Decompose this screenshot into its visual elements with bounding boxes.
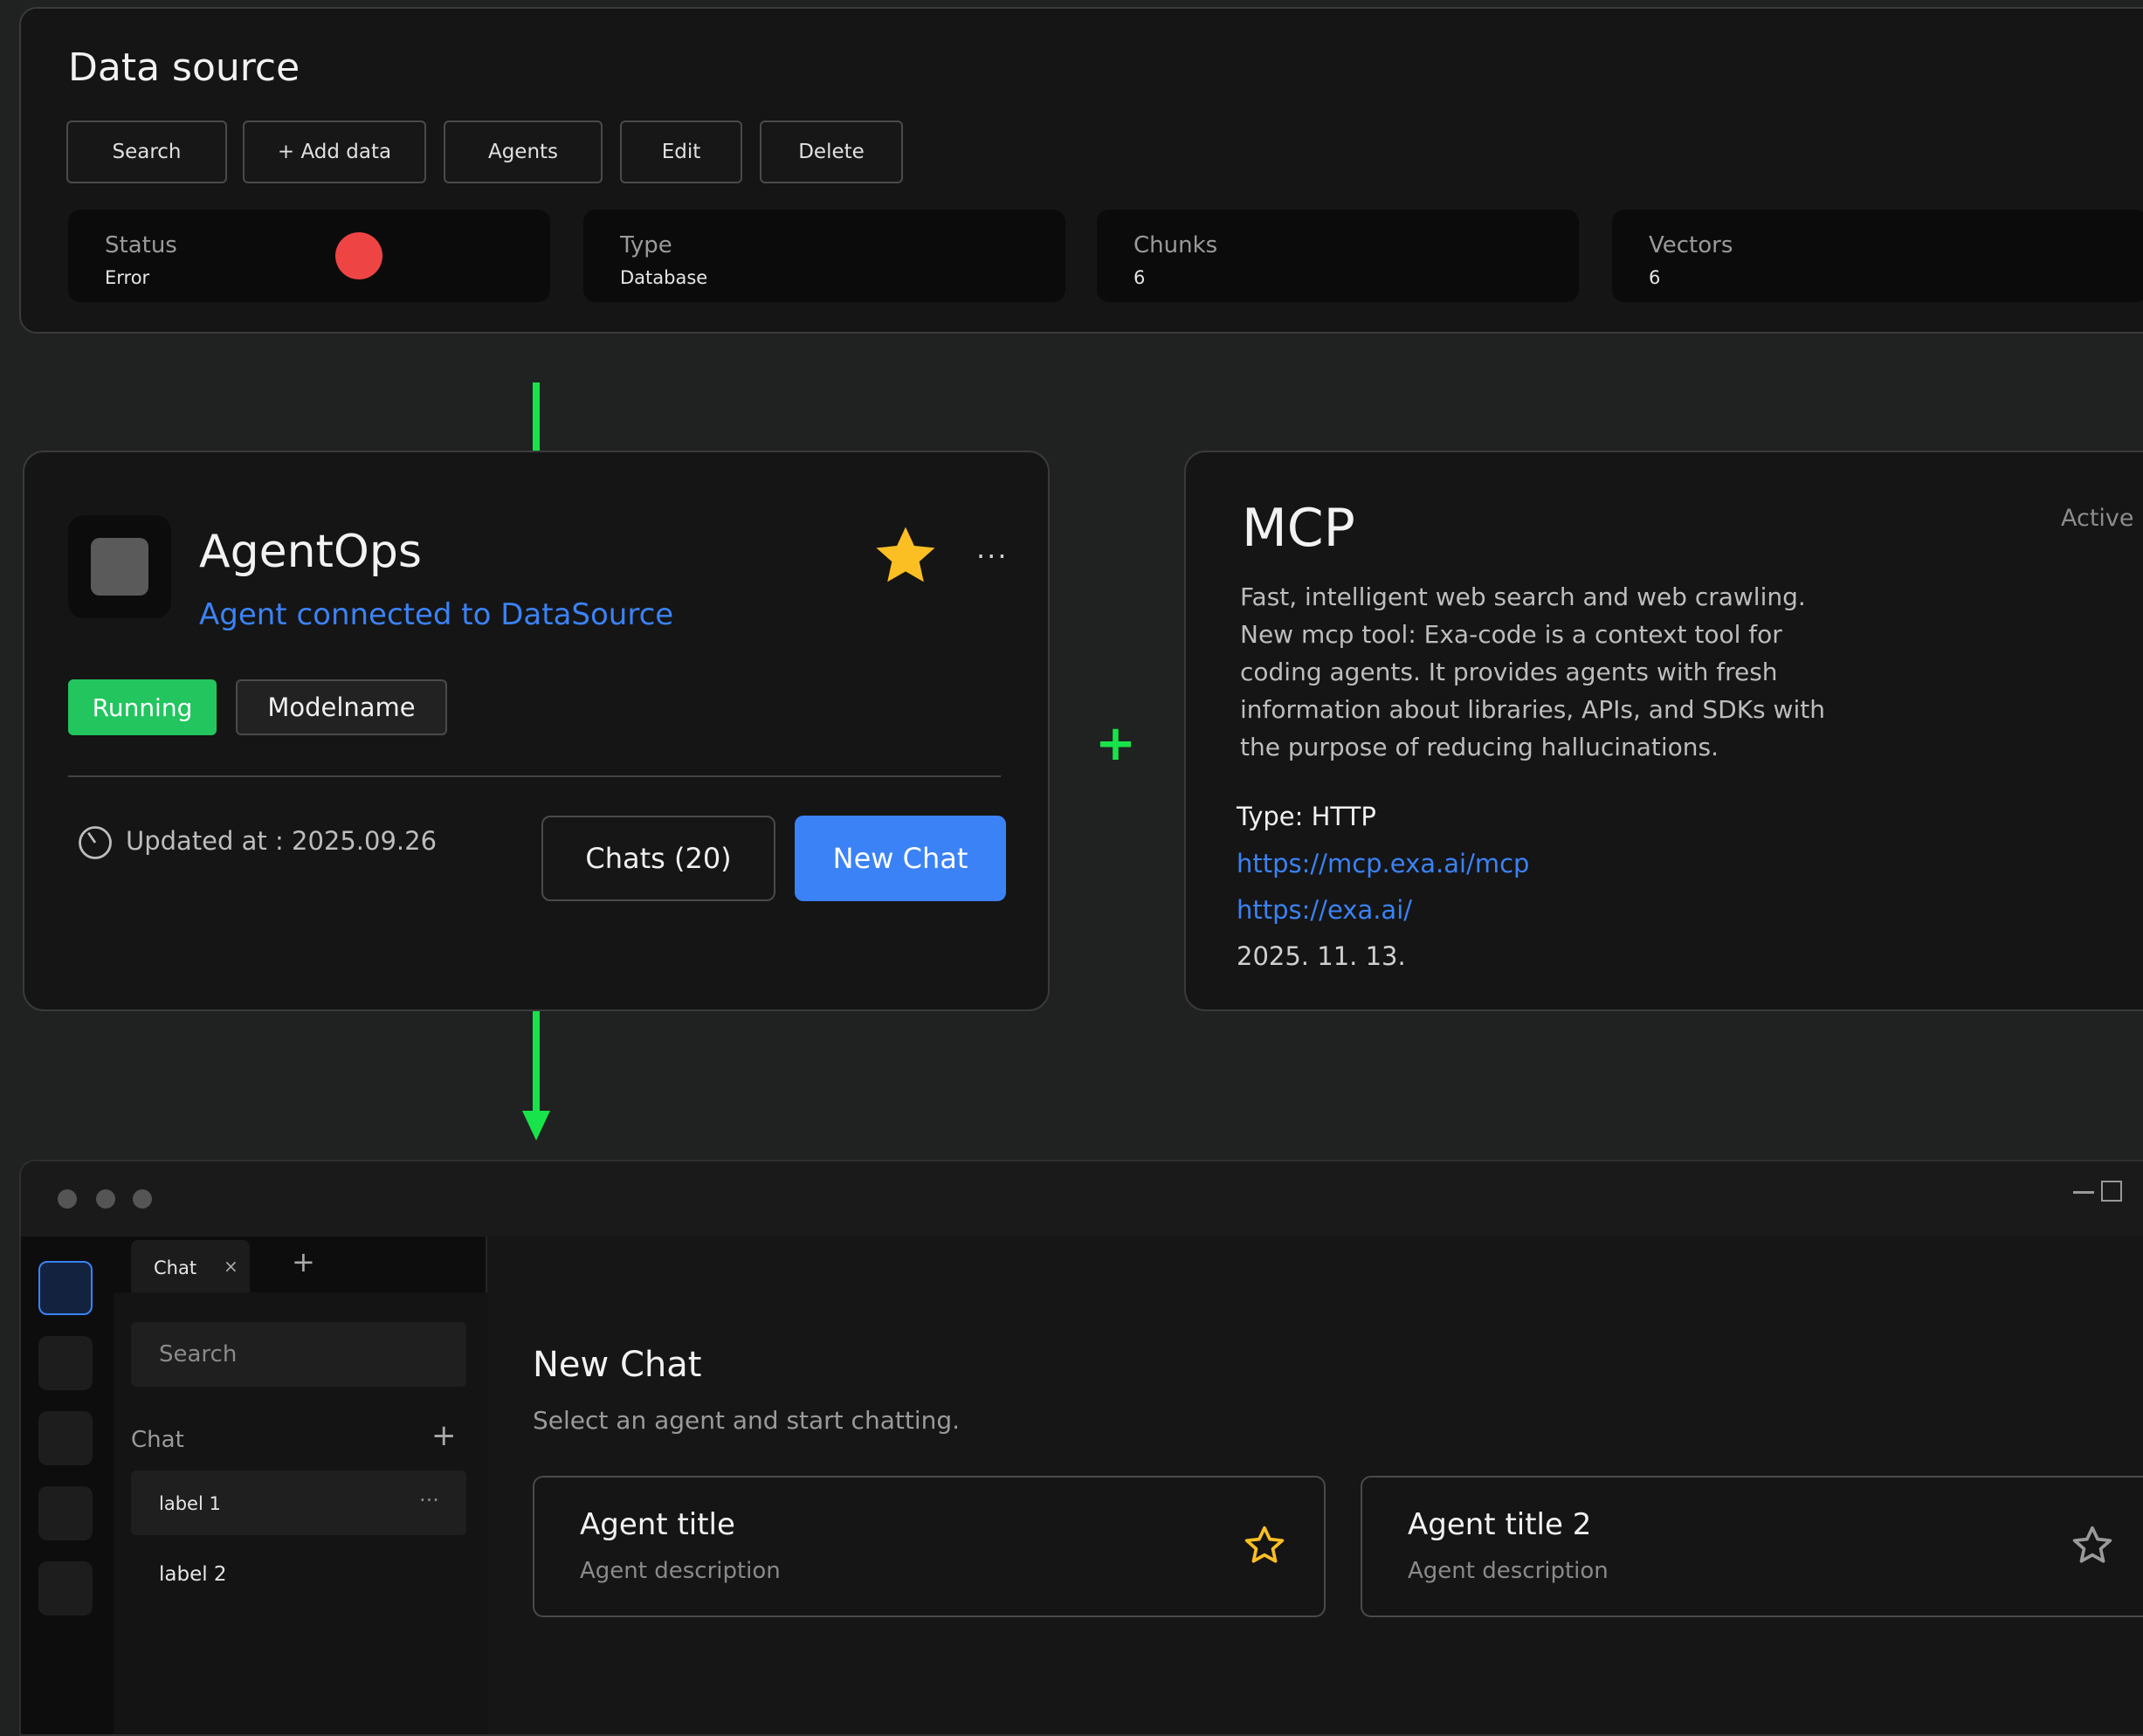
maximize-icon[interactable] [2101,1181,2122,1202]
favorite-star-outline-icon[interactable] [1242,1523,1287,1568]
more-options-icon[interactable]: ··· [976,540,1009,573]
status-error-indicator [335,232,382,279]
tab-close-icon[interactable]: × [224,1256,238,1277]
favorite-star-icon[interactable] [870,520,941,592]
model-badge: Modelname [236,679,447,735]
app-window: Chat × + Search Chat + label 1 ··· label… [19,1160,2143,1736]
search-button[interactable]: Search [66,121,227,183]
agent-avatar-icon [91,538,148,596]
stat-label: Type [620,232,672,258]
agents-button[interactable]: Agents [444,121,603,183]
rail-icon[interactable] [38,1486,93,1540]
mcp-link-site[interactable]: https://exa.ai/ [1237,895,1412,925]
connector-arrow-icon [522,1111,550,1140]
stat-label: Status [105,232,177,258]
list-item[interactable]: label 1 ··· [131,1471,466,1535]
data-source-panel: Data source Search + Add data Agents Edi… [19,7,2143,334]
chat-section-label: Chat [131,1427,184,1453]
clock-icon [77,824,114,861]
stat-chunks: Chunks 6 [1097,210,1579,302]
agent-option-card[interactable]: Agent title Agent description [533,1476,1326,1617]
main-area: New Chat Select an agent and start chatt… [487,1237,2143,1734]
agent-subtitle[interactable]: Agent connected to DataSource [199,597,673,632]
stat-status: Status Error [68,210,550,302]
mcp-status: Active [2061,505,2134,532]
edit-button[interactable]: Edit [620,121,742,183]
rail-icon[interactable] [38,1411,93,1465]
minimize-icon[interactable] [2073,1191,2094,1194]
stat-value: Error [105,267,150,288]
mcp-date: 2025. 11. 13. [1237,941,1406,971]
mcp-type: Type: HTTP [1237,802,1376,831]
mcp-link-endpoint[interactable]: https://mcp.exa.ai/mcp [1237,849,1529,878]
updated-at-text: Updated at : 2025.09.26 [126,826,438,856]
search-placeholder: Search [159,1341,238,1367]
agent-option-title: Agent title [580,1507,735,1542]
sidebar: Chat × + Search Chat + label 1 ··· label… [114,1237,487,1734]
connector-line-top [533,382,540,451]
agent-option-card[interactable]: Agent title 2 Agent description [1361,1476,2143,1617]
icon-rail [21,1237,114,1734]
agent-card: AgentOps Agent connected to DataSource ·… [23,451,1050,1011]
list-item[interactable]: label 2 [131,1540,466,1605]
stat-vectors: Vectors 6 [1612,210,2143,302]
window-dot-icon[interactable] [58,1189,77,1209]
card-divider [68,775,1001,777]
agent-option-title: Agent title 2 [1408,1507,1592,1542]
mcp-card: MCP Active Fast, intelligent web search … [1184,451,2143,1011]
stat-type: Type Database [583,210,1065,302]
add-data-button[interactable]: + Add data [243,121,426,183]
new-chat-button[interactable]: New Chat [795,816,1006,901]
agent-title: AgentOps [199,526,422,578]
delete-button[interactable]: Delete [760,121,903,183]
tab-add-icon[interactable]: + [292,1245,315,1278]
list-item-label: label 2 [159,1563,227,1586]
main-title: New Chat [533,1345,702,1385]
window-dot-icon[interactable] [96,1189,115,1209]
rail-icon[interactable] [38,1336,93,1390]
mcp-title: MCP [1242,498,1355,559]
stat-value: 6 [1649,267,1661,288]
add-chat-icon[interactable]: + [431,1418,457,1453]
window-dot-icon[interactable] [133,1189,152,1209]
chats-button[interactable]: Chats (20) [541,816,775,901]
stat-label: Chunks [1134,232,1218,258]
stat-value: 6 [1134,267,1146,288]
agent-option-description: Agent description [1408,1558,1609,1584]
rail-chat-icon[interactable] [38,1261,93,1315]
connector-line-bottom [533,1011,540,1116]
title-bar [21,1161,2143,1237]
list-item-more-icon[interactable]: ··· [419,1488,439,1512]
tab-label: Chat [154,1257,197,1278]
star-outline-icon[interactable] [2070,1523,2115,1568]
search-input[interactable]: Search [131,1322,466,1387]
data-source-title: Data source [68,45,300,90]
stat-value: Database [620,267,708,288]
rail-icon[interactable] [38,1561,93,1615]
agent-avatar [68,515,171,618]
agent-option-description: Agent description [580,1558,781,1584]
stat-label: Vectors [1649,232,1733,258]
mcp-description: Fast, intelligent web search and web cra… [1240,582,1825,761]
tab-chat[interactable]: Chat × [131,1240,250,1292]
connector-plus-icon: + [1095,715,1136,772]
status-badge-running: Running [68,679,217,735]
list-item-label: label 1 [159,1493,221,1514]
main-subtitle: Select an agent and start chatting. [533,1406,961,1435]
